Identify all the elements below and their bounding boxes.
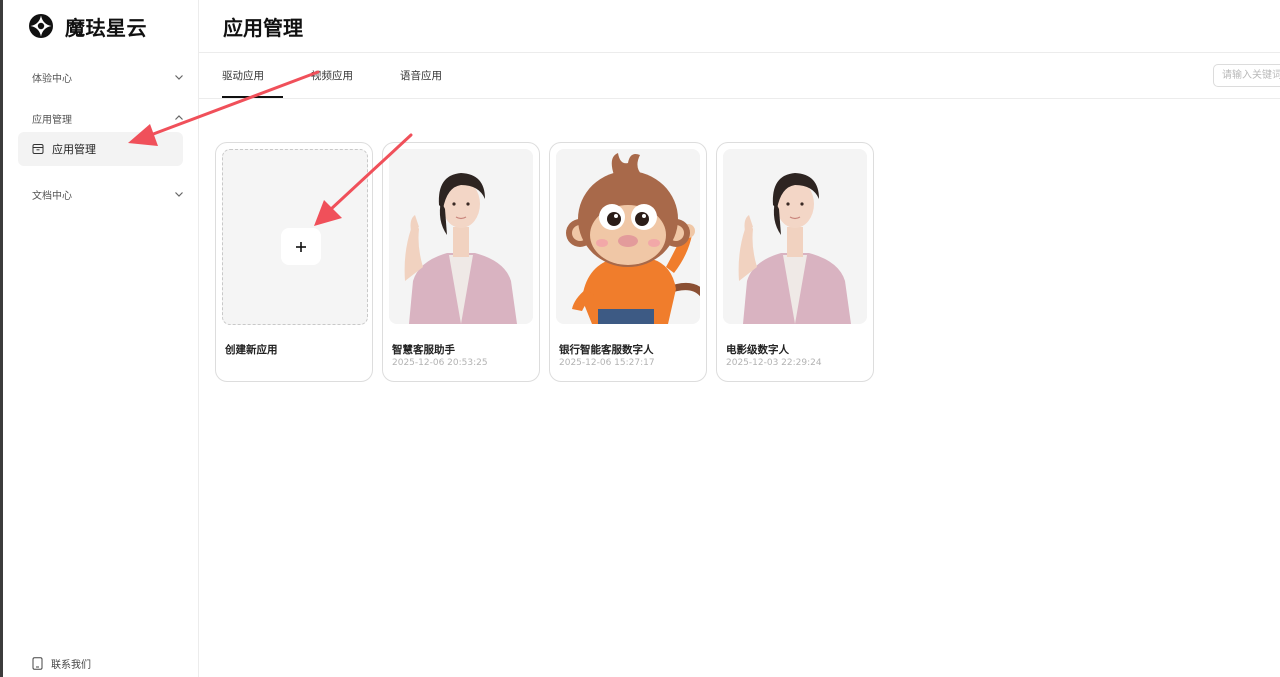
- app-thumbnail: [556, 149, 700, 324]
- app-timestamp: 2025-12-06 15:27:17: [559, 358, 655, 368]
- sidebar-group-app-management[interactable]: 应用管理: [32, 108, 184, 128]
- app-name: 电影级数字人: [726, 344, 789, 356]
- sidebar-group-label: 体验中心: [32, 73, 72, 85]
- create-app-dropzone: [222, 149, 368, 325]
- chevron-down-icon: [175, 75, 183, 80]
- brand-name: 魔珐星云: [65, 15, 147, 40]
- create-app-card[interactable]: 创建新应用: [215, 142, 373, 382]
- tab-video-apps[interactable]: 视频应用: [311, 68, 353, 83]
- sidebar-item-label: 应用管理: [52, 143, 96, 156]
- app-thumbnail: [723, 149, 867, 324]
- add-app-button[interactable]: [281, 228, 321, 265]
- search-input[interactable]: [1213, 64, 1280, 87]
- plus-icon: [296, 241, 306, 252]
- sidebar: 魔珐星云 体验中心 应用管理 应用管理 文档中心 联系我们: [0, 0, 199, 677]
- sidebar-group-label: 文档中心: [32, 190, 72, 202]
- header-divider: [199, 52, 1280, 53]
- contact-us-link[interactable]: 联系我们: [32, 656, 91, 671]
- brand-logo-icon: [29, 14, 53, 38]
- tab-drive-apps[interactable]: 驱动应用: [222, 68, 264, 83]
- phone-icon: [32, 657, 43, 670]
- chevron-down-icon: [175, 192, 183, 197]
- tab-voice-apps[interactable]: 语音应用: [400, 68, 442, 83]
- app-timestamp: 2025-12-06 20:53:25: [392, 358, 488, 368]
- contact-us-label: 联系我们: [51, 660, 91, 671]
- page-title: 应用管理: [223, 16, 303, 40]
- sidebar-group-label: 应用管理: [32, 114, 72, 126]
- app-thumbnail: [389, 149, 533, 324]
- app-card[interactable]: 智慧客服助手 2025-12-06 20:53:25: [382, 142, 540, 382]
- app-name: 银行智能客服数字人: [559, 344, 654, 356]
- tabs-divider: [199, 98, 1280, 99]
- app-card[interactable]: 电影级数字人 2025-12-03 22:29:24: [716, 142, 874, 382]
- chevron-up-icon: [175, 115, 183, 120]
- create-app-label: 创建新应用: [225, 344, 278, 356]
- app-timestamp: 2025-12-03 22:29:24: [726, 358, 822, 368]
- sidebar-group-experience[interactable]: 体验中心: [32, 67, 184, 87]
- female-avatar-image: [723, 149, 867, 324]
- app-window: 魔珐星云 体验中心 应用管理 应用管理 文档中心 联系我们 应用管理 驱动应用 …: [0, 0, 1280, 677]
- app-name: 智慧客服助手: [392, 344, 455, 356]
- app-card[interactable]: 银行智能客服数字人 2025-12-06 15:27:17: [549, 142, 707, 382]
- female-avatar-image: [389, 149, 533, 324]
- app-box-icon: [32, 144, 44, 154]
- sidebar-group-docs[interactable]: 文档中心: [32, 184, 184, 204]
- brand[interactable]: 魔珐星云: [29, 12, 147, 40]
- monkey-avatar-image: [556, 149, 700, 324]
- sidebar-item-app-management[interactable]: 应用管理: [18, 132, 183, 166]
